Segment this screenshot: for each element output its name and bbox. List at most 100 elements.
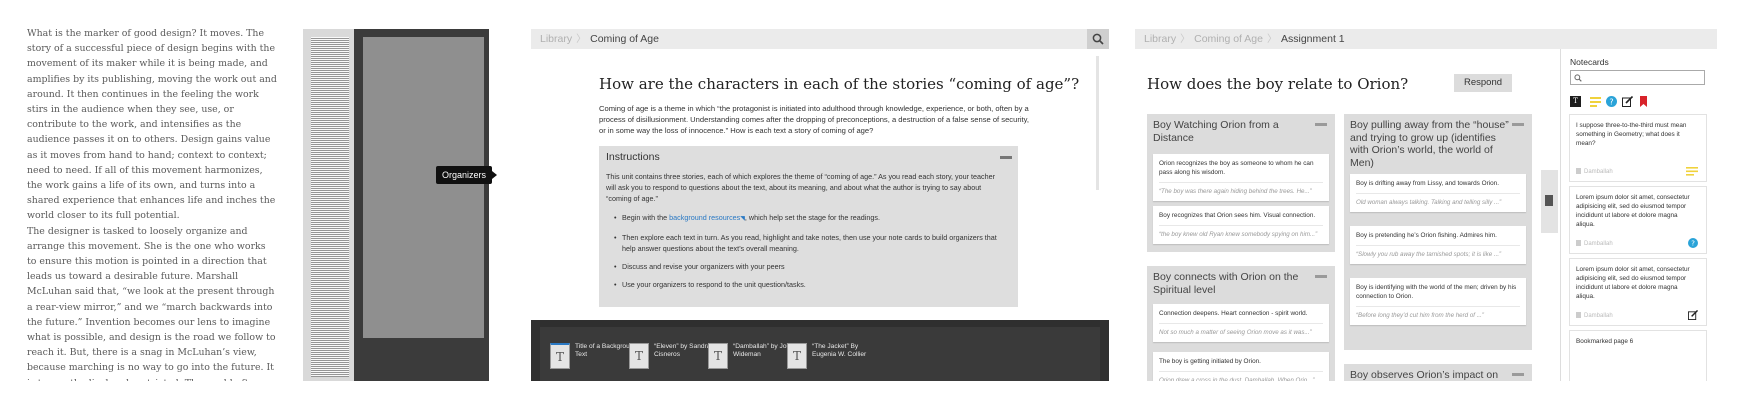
notecard[interactable]: Lorem ipsum dolor sit amet, consectetur …	[1570, 187, 1706, 253]
card-note: Boy is drifting away from Lissy, and tow…	[1356, 180, 1500, 187]
breadcrumb-current: Assignment 1	[1281, 33, 1345, 45]
breadcrumb: Library 〉 Coming of Age 〉 Assignment 1	[1135, 29, 1562, 49]
scrollbar[interactable]	[1096, 56, 1099, 190]
search-icon	[1574, 74, 1582, 82]
notecards-search-input[interactable]	[1570, 70, 1705, 85]
organizer-group-title: Boy Watching Orion from a Distance	[1153, 119, 1279, 144]
breadcrumb: Library 〉 Coming of Age	[531, 29, 1109, 49]
collapse-icon[interactable]	[1315, 123, 1327, 126]
card-quote: Not so much a matter of seeing Orion mov…	[1159, 323, 1323, 337]
unit-question: How are the characters in each of the st…	[599, 75, 1080, 93]
coming-of-age-unit: Library 〉 Coming of Age How are the charac…	[531, 29, 1109, 381]
organizer-card[interactable]: Boy is identifying with the world of the…	[1350, 278, 1526, 325]
organizer-card[interactable]: Boy is pretending he’s Orion fishing. Ad…	[1350, 226, 1526, 264]
card-quote: “the boy knew old Ryan knew somebody spy…	[1159, 225, 1323, 239]
notecard[interactable]: Bookmarked page 6	[1570, 331, 1706, 381]
notecard[interactable]: Lorem ipsum dolor sit amet, consectetur …	[1570, 259, 1706, 325]
instructions-text: This unit contains three stories, each o…	[606, 172, 995, 203]
breadcrumb-library[interactable]: Library	[540, 33, 572, 45]
question-filter-icon[interactable]: ?	[1606, 96, 1617, 107]
text-document-icon: T	[787, 343, 807, 369]
card-note: Boy recognizes that Orion sees him. Visu…	[1159, 212, 1316, 219]
highlight-filter-icon[interactable]	[1590, 96, 1601, 107]
notecard-source: Damballah	[1576, 312, 1613, 319]
assignment-question: How does the boy relate to Orion?	[1147, 75, 1409, 93]
organizer-group[interactable]: Boy Watching Orion from a Distance Orion…	[1147, 114, 1335, 252]
card-note: Orion recognizes the boy as someone to w…	[1159, 160, 1314, 176]
notecards-sidebar: Notecards T ? I suppose three-to-the-thi…	[1567, 49, 1715, 381]
text-document-icon: T	[708, 343, 728, 369]
list-item: Use your organizers to respond to the un…	[614, 279, 1006, 290]
organizers-tab[interactable]: Organizers	[436, 166, 498, 184]
respond-button[interactable]: Respond	[1454, 74, 1512, 92]
list-item-text: , which help set the stage for the readi…	[744, 213, 880, 222]
notecard-source: Damballah	[1576, 168, 1613, 175]
notecard-text: I suppose three-to-the-third must mean s…	[1576, 122, 1687, 147]
essay-paragraph: The designer is tasked to loosely organi…	[27, 225, 276, 381]
organizer-group[interactable]: Boy observes Orion’s impact on others	[1344, 364, 1532, 381]
page-thumbnail-strip[interactable]	[303, 29, 354, 381]
organizer-group[interactable]: Boy connects with Orion on the Spiritual…	[1147, 266, 1335, 381]
card-quote: “The boy was there again hiding behind t…	[1159, 182, 1323, 196]
document-icon	[1576, 240, 1581, 246]
list-item: Discuss and revise your organizers with …	[614, 261, 1006, 272]
collapse-icon[interactable]	[1512, 123, 1524, 126]
text-document-icon: T	[550, 343, 570, 369]
page-thumbnail[interactable]	[311, 37, 349, 377]
unit-intro: Coming of age is a theme in which “the p…	[599, 104, 1029, 135]
notecards-toggle[interactable]	[1541, 170, 1558, 233]
organizer-group-title: Boy observes Orion’s impact on others	[1350, 369, 1499, 381]
breadcrumb-separator-icon: 〉	[1180, 34, 1191, 45]
notecard-filters: T ?	[1570, 96, 1710, 110]
notecard[interactable]: I suppose three-to-the-third must mean s…	[1570, 115, 1706, 181]
highlight-lines-icon	[1686, 167, 1698, 176]
essay-text: What is the marker of good design? It mo…	[27, 26, 277, 381]
notecards-title: Notecards	[1570, 57, 1609, 67]
card-quote: Old woman always talking. Talking and te…	[1356, 193, 1520, 207]
sidebar-header	[1562, 29, 1717, 49]
collapse-icon[interactable]	[1000, 156, 1012, 159]
breadcrumb-library[interactable]: Library	[1144, 33, 1176, 45]
card-quote: “Slowly you rub away the tarnished spots…	[1356, 245, 1520, 259]
card-quote: Orion drew a cross in the dust. Damballa…	[1159, 371, 1323, 381]
assignment-view: Library 〉 Coming of Age 〉 Assignment 1 How d…	[1135, 29, 1717, 381]
page-view[interactable]	[363, 37, 484, 338]
instructions-body: This unit contains three stories, each o…	[606, 171, 1006, 297]
background-resources-link[interactable]: background resources	[669, 213, 740, 222]
divider	[1560, 49, 1561, 381]
collapse-icon[interactable]	[1315, 275, 1327, 278]
texts-bar: T Title of a Background Text T “Eleven” …	[531, 320, 1109, 381]
document-icon	[1576, 168, 1581, 174]
notecard-text: Bookmarked page 6	[1576, 338, 1634, 345]
notecard-source-label: Damballah	[1584, 313, 1613, 319]
collapse-icon[interactable]	[1512, 373, 1524, 376]
document-icon	[1576, 312, 1581, 318]
organizer-card[interactable]: Boy recognizes that Orion sees him. Visu…	[1153, 206, 1329, 244]
notecard-text: Lorem ipsum dolor sit amet, consectetur …	[1576, 266, 1690, 300]
notecard-source: Damballah	[1576, 240, 1613, 247]
text-item-label: “The Jacket” By Eugenia W. Collier	[812, 343, 867, 358]
organizer-group-title: Boy pulling away from the “house” and tr…	[1350, 119, 1509, 169]
organizer-card[interactable]: Orion recognizes the boy as someone to w…	[1153, 154, 1329, 201]
organizer-card[interactable]: The boy is getting initiated by Orion. O…	[1153, 352, 1329, 381]
bookmark-filter-icon[interactable]	[1638, 96, 1649, 107]
edit-icon	[1688, 310, 1698, 320]
breadcrumb-separator-icon: 〉	[576, 34, 587, 45]
essay-paragraph: What is the marker of good design? It mo…	[27, 28, 277, 222]
text-document-icon: T	[629, 343, 649, 369]
breadcrumb-coming-of-age[interactable]: Coming of Age	[1194, 33, 1263, 45]
search-button[interactable]	[1087, 29, 1109, 49]
organizer-card[interactable]: Connection deepens. Heart connection - s…	[1153, 304, 1329, 342]
card-note: Boy is identifying with the world of the…	[1356, 284, 1517, 300]
search-icon	[1092, 33, 1104, 45]
breadcrumb-separator-icon: 〉	[1267, 34, 1277, 45]
notecard-source-label: Damballah	[1584, 241, 1613, 247]
question-icon: ?	[1688, 238, 1698, 248]
breadcrumb-current: Coming of Age	[590, 33, 659, 45]
notecard-text: Lorem ipsum dolor sit amet, consectetur …	[1576, 194, 1690, 228]
edit-filter-icon[interactable]	[1622, 96, 1633, 107]
notecard-source-label: Damballah	[1584, 169, 1613, 175]
organizer-card[interactable]: Boy is drifting away from Lissy, and tow…	[1350, 174, 1526, 212]
organizer-group[interactable]: Boy pulling away from the “house” and tr…	[1344, 114, 1532, 350]
text-filter-icon[interactable]: T	[1570, 96, 1581, 107]
